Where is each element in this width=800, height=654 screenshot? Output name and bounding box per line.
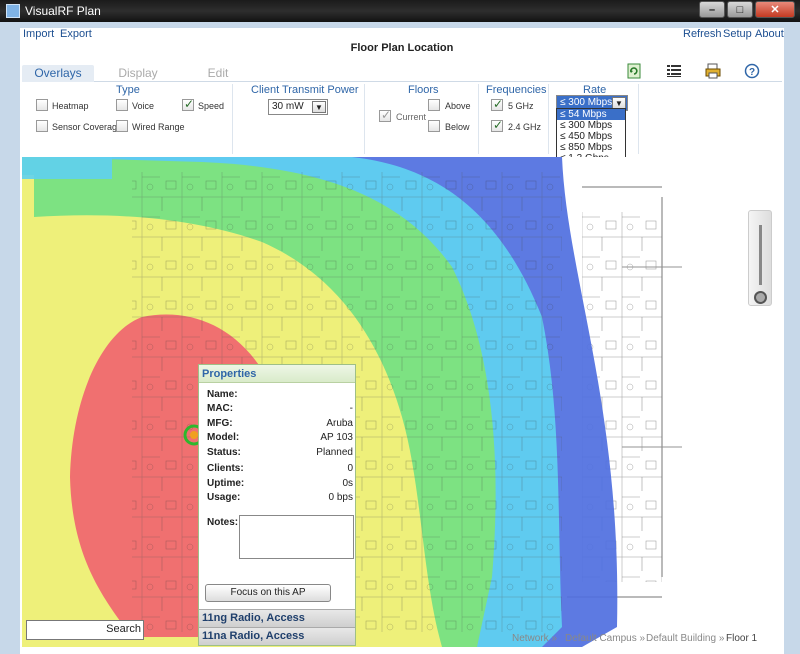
breadcrumb-floor: Floor 1 (726, 633, 758, 644)
divider (548, 84, 549, 154)
property-key: Status: (207, 447, 241, 458)
notes-label: Notes: (207, 517, 239, 528)
property-key: Name: (207, 389, 238, 400)
radio-section-11ng[interactable]: 11ng Radio, Access (199, 609, 355, 627)
setup-link[interactable]: Setup (723, 28, 752, 40)
divider (638, 84, 639, 154)
property-row: Clients: 0 (207, 463, 353, 477)
5ghz-label: 5 GHz (508, 101, 534, 111)
sensor-coverage-checkbox[interactable] (36, 120, 48, 132)
app-icon (6, 4, 20, 18)
focus-on-ap-button[interactable]: Focus on this AP (205, 584, 331, 602)
rate-option[interactable]: ≤ 300 Mbps (557, 120, 625, 131)
current-floor-label: Current (396, 112, 427, 122)
frequencies-group-title: Frequencies (486, 84, 547, 96)
export-link[interactable]: Export (60, 28, 92, 40)
search-input[interactable]: Search (26, 620, 144, 640)
property-value: - (349, 403, 353, 414)
above-floor-label: Above (445, 101, 471, 111)
voice-label: Voice (132, 101, 155, 111)
speed-checkbox[interactable] (182, 97, 194, 111)
zoom-track (759, 225, 762, 285)
refresh-link[interactable]: Refresh (683, 28, 722, 40)
minimize-button[interactable]: – (699, 1, 725, 18)
window-title: VisualRF Plan (25, 4, 101, 18)
heatmap-checkbox[interactable] (36, 99, 48, 111)
property-value: 0 bps (328, 492, 353, 503)
above-floor-checkbox[interactable] (428, 99, 440, 111)
svg-text:?: ? (749, 67, 755, 78)
breadcrumb-campus[interactable]: Default Campus » (565, 633, 645, 644)
below-floor-label: Below (445, 122, 470, 132)
property-value: 0s (342, 478, 353, 489)
voice-checkbox[interactable] (116, 99, 128, 111)
5ghz-checkbox[interactable] (491, 97, 503, 111)
transmit-power-select[interactable]: 30 mW ▼ (268, 99, 328, 115)
rate-value: ≤ 300 Mbps (560, 97, 613, 108)
search-button[interactable]: Search (106, 623, 141, 635)
floors-group-title: Floors (408, 84, 439, 96)
about-link[interactable]: About (755, 28, 784, 40)
heatmap-label: Heatmap (52, 101, 89, 111)
radio-section-11na[interactable]: 11na Radio, Access (199, 627, 355, 645)
zoom-handle[interactable] (754, 291, 767, 304)
properties-panel: Properties Name: MAC: - MFG: Aruba Model… (198, 364, 356, 646)
print-icon[interactable] (705, 63, 721, 79)
breadcrumb-building[interactable]: Default Building » (646, 633, 724, 644)
rate-option[interactable]: ≤ 850 Mbps (557, 142, 625, 153)
property-row: Usage: 0 bps (207, 492, 353, 506)
property-key: Usage: (207, 492, 241, 503)
property-row: Status: Planned (207, 447, 353, 461)
divider (478, 84, 479, 154)
close-button[interactable]: ✕ (755, 1, 795, 18)
below-floor-checkbox[interactable] (428, 120, 440, 132)
power-group-title: Client Transmit Power (251, 84, 359, 96)
property-key: MAC: (207, 403, 234, 414)
property-row: Name: (207, 389, 353, 403)
tab-edit[interactable]: Edit (182, 65, 254, 82)
title-bar: VisualRF Plan – □ ✕ (0, 0, 800, 22)
divider (364, 84, 365, 154)
property-key: Clients: (207, 463, 244, 474)
property-value: AP 103 (320, 432, 353, 443)
notes-textarea[interactable] (239, 515, 354, 559)
property-value: Aruba (326, 418, 353, 429)
properties-title: Properties (199, 365, 355, 383)
chevron-down-icon: ▼ (312, 101, 326, 113)
heatmap-overlay (22, 157, 772, 647)
zoom-slider[interactable] (748, 210, 772, 306)
floor-plan-map[interactable] (22, 157, 772, 647)
tab-overlays[interactable]: Overlays (22, 65, 94, 82)
top-menu: Import Export Refresh Setup About (20, 26, 784, 42)
2-4ghz-label: 2.4 GHz (508, 122, 542, 132)
property-key: MFG: (207, 418, 233, 429)
type-group-title: Type (116, 84, 140, 96)
speed-label: Speed (198, 101, 225, 111)
wired-range-checkbox[interactable] (116, 120, 128, 132)
property-key: Model: (207, 432, 240, 443)
help-icon[interactable]: ? (744, 63, 760, 79)
current-floor-checkbox[interactable] (379, 108, 391, 122)
list-icon[interactable] (666, 63, 682, 79)
divider (232, 84, 233, 154)
2-4ghz-checkbox[interactable] (491, 118, 503, 132)
property-value: Planned (316, 447, 353, 458)
property-row: Uptime: 0s (207, 478, 353, 492)
rate-option[interactable]: ≤ 54 Mbps (557, 109, 625, 120)
page-title: Floor Plan Location (350, 42, 454, 54)
property-row: Model: AP 103 (207, 432, 353, 446)
refresh-icon[interactable] (626, 63, 642, 79)
property-row: MFG: Aruba (207, 418, 353, 432)
tab-display[interactable]: Display (102, 65, 174, 82)
maximize-button[interactable]: □ (727, 1, 753, 18)
breadcrumb-network[interactable]: Network » (512, 633, 557, 644)
property-row: MAC: - (207, 403, 353, 417)
sensor-coverage-label: Sensor Coverage (52, 122, 123, 132)
property-key: Uptime: (207, 478, 245, 489)
wired-range-label: Wired Range (132, 122, 185, 132)
import-link[interactable]: Import (23, 28, 54, 40)
rate-option[interactable]: ≤ 450 Mbps (557, 131, 625, 142)
property-value: 0 (347, 463, 353, 474)
transmit-power-value: 30 mW (272, 101, 304, 112)
